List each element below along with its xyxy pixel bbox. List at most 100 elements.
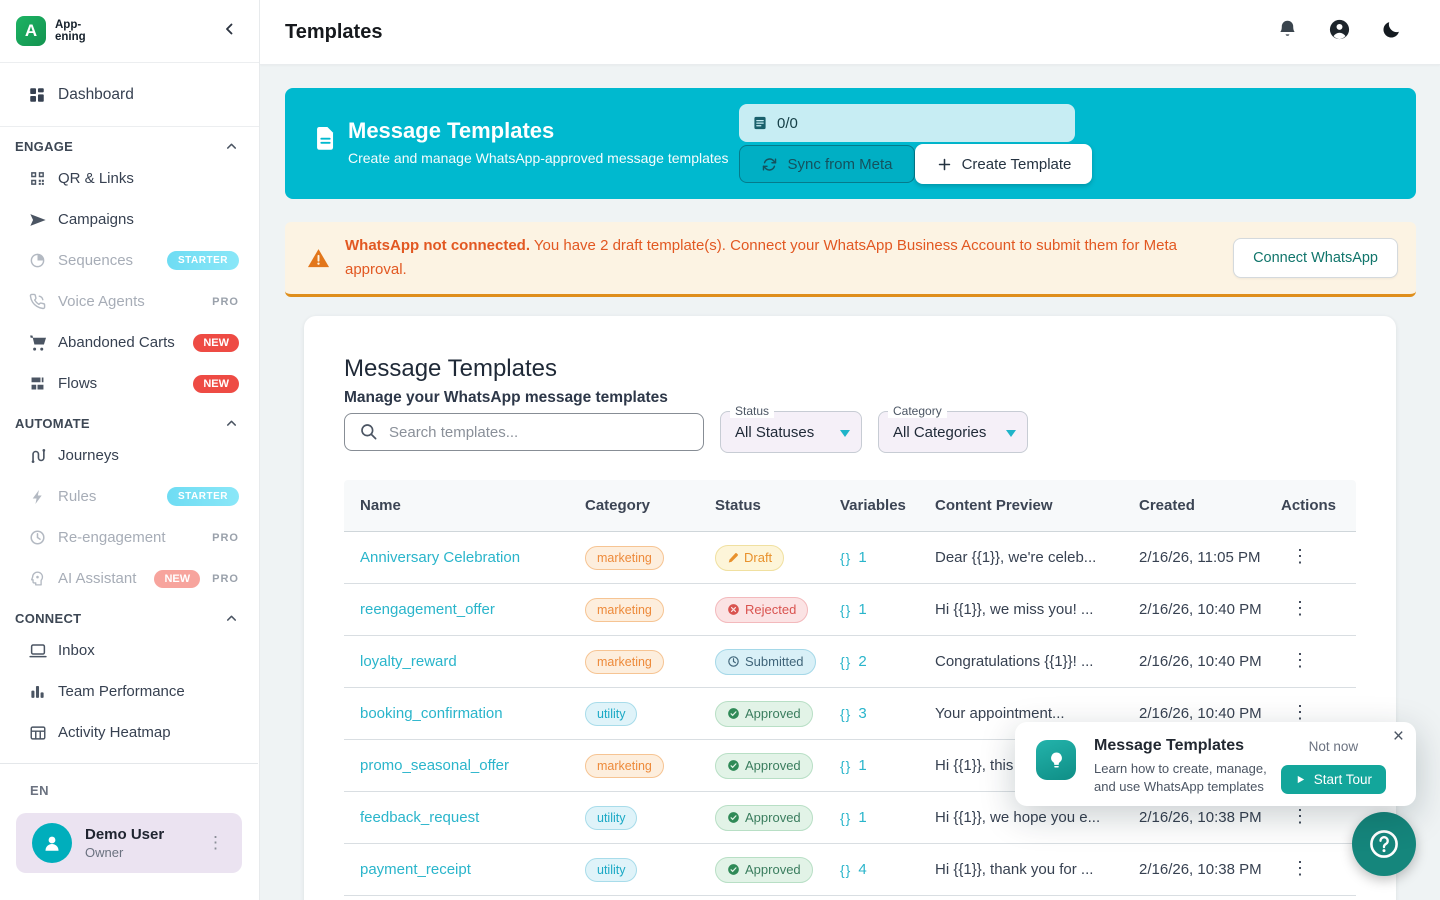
created-date: 2/16/26, 10:38 PM	[1139, 861, 1281, 878]
created-date: 2/16/26, 10:40 PM	[1139, 601, 1281, 618]
sidebar-item-ai-assistant[interactable]: AI AssistantNEWPRO	[0, 558, 259, 599]
app-logo: A	[16, 16, 46, 46]
sidebar-nav: ENGAGEQR & LinksCampaignsSequencesSTARTE…	[0, 127, 259, 763]
user-menu-button[interactable]: ⋮	[199, 829, 232, 857]
pro-tag: PRO	[212, 296, 239, 308]
sidebar-item-activity-heatmap[interactable]: Activity Heatmap	[0, 712, 259, 753]
sidebar-item-voice-agents[interactable]: Voice AgentsPRO	[0, 281, 259, 322]
document-icon	[312, 125, 339, 157]
content-preview: Your appointment...	[935, 705, 1139, 722]
status-badge: Approved	[715, 805, 813, 831]
sidebar-collapse-button[interactable]	[221, 20, 239, 43]
sidebar-item-label: Campaigns	[58, 211, 134, 228]
sync-from-meta-button[interactable]: Sync from Meta	[739, 145, 915, 183]
category-badge: marketing	[585, 650, 664, 674]
chevron-up-icon	[224, 611, 239, 626]
sequence-icon	[28, 252, 47, 269]
help-button[interactable]	[1352, 812, 1416, 876]
dark-mode-toggle[interactable]	[1381, 19, 1402, 45]
sidebar-item-flows[interactable]: FlowsNEW	[0, 363, 259, 404]
sidebar-item-label: Team Performance	[58, 683, 185, 700]
starter-badge: STARTER	[167, 487, 239, 506]
chevron-up-icon	[224, 139, 239, 154]
bulb-icon	[1046, 750, 1067, 771]
sidebar-item-label: Journeys	[58, 447, 119, 464]
sidebar-item-journeys[interactable]: Journeys	[0, 435, 259, 476]
laptop-icon	[28, 642, 47, 660]
connect-whatsapp-button[interactable]: Connect WhatsApp	[1233, 238, 1398, 278]
sidebar-item-label: Rules	[58, 488, 96, 505]
sidebar-item-inbox[interactable]: Inbox	[0, 630, 259, 671]
create-template-button[interactable]: Create Template	[915, 144, 1092, 184]
sidebar-item-label: QR & Links	[58, 170, 134, 187]
variables-count: {}2	[840, 653, 935, 670]
search-input[interactable]	[344, 413, 704, 451]
category-badge: utility	[585, 806, 637, 830]
category-badge: utility	[585, 858, 637, 882]
sidebar-logo-row: A App- ening	[0, 0, 259, 63]
question-icon	[1364, 824, 1404, 864]
user-chip[interactable]: Demo User Owner ⋮	[16, 813, 242, 873]
category-badge: utility	[585, 702, 637, 726]
close-icon[interactable]: ×	[1393, 726, 1404, 748]
content-preview: Congratulations {{1}}! ...	[935, 653, 1139, 670]
row-actions-button[interactable]: ⋮	[1281, 653, 1319, 670]
sidebar-item-label: Sequences	[58, 252, 133, 269]
category-badge: marketing	[585, 754, 664, 778]
start-tour-button[interactable]: Start Tour	[1281, 765, 1386, 794]
doc-small-icon	[752, 115, 768, 131]
status-badge: Approved	[715, 857, 813, 883]
check-circle-icon	[727, 863, 740, 876]
template-name-link[interactable]: promo_seasonal_offer	[360, 757, 509, 774]
sidebar-item-sequences[interactable]: SequencesSTARTER	[0, 240, 259, 281]
braces-icon: {}	[840, 654, 851, 670]
warning-text: WhatsApp not connected. You have 2 draft…	[345, 234, 1195, 283]
status-badge: Draft	[715, 545, 784, 571]
whatsapp-warning-banner: WhatsApp not connected. You have 2 draft…	[285, 222, 1416, 297]
status-filter-select[interactable]: Status All Statuses	[720, 411, 862, 453]
pro-tag: PRO	[212, 573, 239, 585]
row-actions-button[interactable]: ⋮	[1281, 809, 1319, 826]
sidebar-item-re-engagement[interactable]: Re-engagementPRO	[0, 517, 259, 558]
template-name-link[interactable]: booking_confirmation	[360, 705, 503, 722]
row-actions-button[interactable]: ⋮	[1281, 861, 1319, 878]
templates-table: NameCategoryStatusVariablesContent Previ…	[344, 480, 1356, 896]
language-selector[interactable]: EN	[0, 764, 258, 798]
notifications-button[interactable]	[1277, 19, 1298, 45]
sidebar-item-rules[interactable]: Rules STARTER	[0, 476, 259, 517]
template-name-link[interactable]: reengagement_offer	[360, 601, 495, 618]
template-name-link[interactable]: loyalty_reward	[360, 653, 457, 670]
flows-icon	[28, 375, 47, 392]
column-header-status: Status	[715, 497, 840, 514]
sidebar-item-label: AI Assistant	[58, 570, 136, 587]
sidebar-item-label: Flows	[58, 375, 97, 392]
created-date: 2/16/26, 10:38 PM	[1139, 809, 1281, 826]
pencil-icon	[727, 552, 739, 564]
template-name-link[interactable]: Anniversary Celebration	[360, 549, 520, 566]
template-name-link[interactable]: feedback_request	[360, 809, 479, 826]
nav-group-header-connect[interactable]: CONNECT	[0, 599, 259, 630]
sidebar-item-team-performance[interactable]: Team Performance	[0, 671, 259, 712]
sidebar-item-campaigns[interactable]: Campaigns	[0, 199, 259, 240]
variables-count: {}4	[840, 861, 935, 878]
row-actions-button[interactable]: ⋮	[1281, 601, 1319, 618]
clock-icon	[28, 529, 47, 546]
sidebar-item-dashboard[interactable]: Dashboard	[0, 63, 259, 127]
templates-panel: Message Templates Manage your WhatsApp m…	[304, 316, 1396, 900]
template-name-link[interactable]: payment_receipt	[360, 861, 471, 878]
row-actions-button[interactable]: ⋮	[1281, 549, 1319, 566]
nav-group-header-engage[interactable]: ENGAGE	[0, 127, 259, 158]
tour-dismiss-button[interactable]: Not now	[1305, 737, 1363, 756]
heatmap-icon	[28, 724, 47, 742]
nav-group-header-automate[interactable]: AUTOMATE	[0, 404, 259, 435]
sidebar-item-qr-links[interactable]: QR & Links	[0, 158, 259, 199]
account-button[interactable]	[1328, 18, 1351, 46]
row-actions-button[interactable]: ⋮	[1281, 705, 1319, 722]
sidebar-item-abandoned-carts[interactable]: Abandoned CartsNEW	[0, 322, 259, 363]
pro-tag: PRO	[212, 532, 239, 544]
category-filter-select[interactable]: Category All Categories	[878, 411, 1028, 453]
column-header-category: Category	[585, 497, 715, 514]
panel-title: Message Templates	[344, 354, 1356, 384]
page-title: Templates	[285, 21, 382, 44]
variables-count: {}1	[840, 757, 935, 774]
